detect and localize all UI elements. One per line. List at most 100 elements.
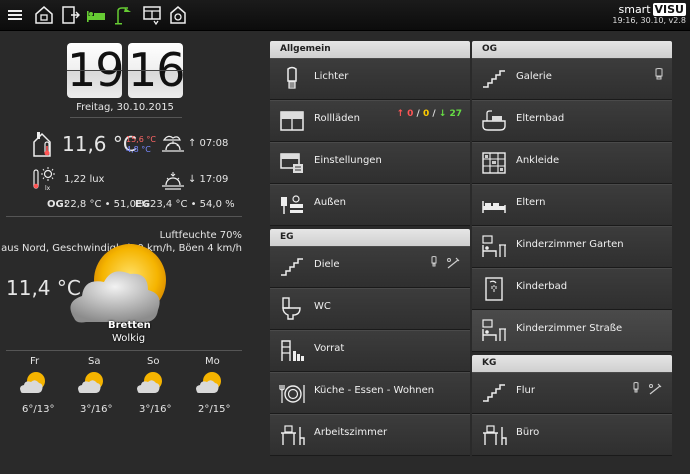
menu-item-label: Eltern xyxy=(516,197,546,208)
max-temperature: 15,6 °C xyxy=(126,135,156,144)
menu-item-label: Galerie xyxy=(516,71,552,82)
stairs-icon xyxy=(278,253,306,281)
shower-icon xyxy=(480,275,508,303)
menu-item-vorrat[interactable]: Vorrat xyxy=(270,330,470,372)
menu-item-buero[interactable]: Büro xyxy=(472,414,672,456)
clock-minute-card: 16 xyxy=(128,43,186,98)
forecast-cloudy-sun-icon xyxy=(76,370,106,400)
forecast-range: 2°/15° xyxy=(198,404,231,415)
hamburger-menu-icon[interactable] xyxy=(4,3,28,27)
sunset-icon xyxy=(160,168,186,194)
toilet-icon xyxy=(278,295,306,323)
menu-item-rollladen[interactable]: Rollläden ↑ 0 / 0 / ↓ 27 xyxy=(270,100,470,142)
forecast-day: So xyxy=(147,356,160,367)
divider xyxy=(6,216,242,217)
stairs-icon xyxy=(480,65,508,93)
menu-item-flur[interactable]: Flur xyxy=(472,372,672,414)
wardrobe-icon xyxy=(480,149,508,177)
forecast-day: Sa xyxy=(88,356,101,367)
menu-item-label: Vorrat xyxy=(314,343,345,354)
weather-city: Bretten xyxy=(108,320,151,331)
menu-column-left: Allgemein Lichter Rollläden ↑ 0 / 0 / ↓ … xyxy=(270,41,470,456)
desk-chair-icon xyxy=(278,421,306,449)
menu-item-label: Ankleide xyxy=(516,155,560,166)
svg-text:lx: lx xyxy=(45,185,51,192)
menu-item-label: Büro xyxy=(516,427,540,438)
menu-item-label: WC xyxy=(314,301,331,312)
lux-value: 1,22 lux xyxy=(64,174,105,185)
section-header-kg: KG xyxy=(472,355,672,372)
menu-item-kinderzimmer-garten[interactable]: Kinderzimmer Garten xyxy=(472,226,672,268)
outdoor-temperature: 11,4 °C xyxy=(6,276,81,300)
forecast-cloudy-sun-icon xyxy=(18,370,48,400)
diele-status-icons xyxy=(428,255,462,274)
menu-item-ankleide[interactable]: Ankleide xyxy=(472,142,672,184)
menu-item-label: Kinderzimmer Garten xyxy=(516,239,624,250)
menu-item-label: Arbeitszimmer xyxy=(314,427,388,438)
menu-item-wc[interactable]: WC xyxy=(270,288,470,330)
menu-item-arbeitszimmer[interactable]: Arbeitszimmer xyxy=(270,414,470,456)
window-shutter-icon xyxy=(278,107,306,135)
divider xyxy=(6,350,242,351)
forecast-day: Fr xyxy=(30,356,40,367)
security-shield-icon[interactable] xyxy=(166,3,190,27)
bed-icon[interactable] xyxy=(84,3,108,27)
menu-item-aussen[interactable]: Außen xyxy=(270,184,470,226)
house-thermometer-icon xyxy=(32,130,58,162)
menu-item-elternbad[interactable]: Elternbad xyxy=(472,100,672,142)
eg-value: 23,4 °C • 54,0 % xyxy=(150,199,235,210)
forecast-day: Mo xyxy=(205,356,220,367)
menu-item-label: Einstellungen xyxy=(314,155,382,166)
desk-chair-icon xyxy=(480,421,508,449)
shutter-status-up: ↑ 0 xyxy=(396,109,414,119)
shutter-status-down: ↓ 27 xyxy=(438,109,462,119)
light-status-icon xyxy=(654,67,664,86)
sunset-time: ↓ 17:09 xyxy=(188,174,229,185)
menu-item-kinderbad[interactable]: Kinderbad xyxy=(472,268,672,310)
kids-room-icon xyxy=(480,233,508,261)
forecast-cloudy-sun-icon xyxy=(194,370,224,400)
stairs-icon xyxy=(480,379,508,407)
menu-item-einstellungen[interactable]: Einstellungen xyxy=(270,142,470,184)
section-header-og: OG xyxy=(472,41,672,58)
menu-item-label: Kinderbad xyxy=(516,281,568,292)
double-bed-icon xyxy=(480,191,508,219)
dining-plate-icon xyxy=(278,379,306,407)
menu-item-label: Außen xyxy=(314,197,346,208)
forecast-range: 6°/13° xyxy=(22,404,55,415)
shutter-status: ↑ 0 / 0 / ↓ 27 xyxy=(396,109,462,119)
eg-label: EG xyxy=(135,199,151,210)
weather-condition: Wolkig xyxy=(112,333,146,344)
menu-item-diele[interactable]: Diele xyxy=(270,246,470,288)
home-icon[interactable] xyxy=(32,3,56,27)
outdoor-lamp-icon xyxy=(278,191,306,219)
menu-item-kinderzimmer-strasse[interactable]: Kinderzimmer Straße xyxy=(472,310,672,352)
menu-item-kueche[interactable]: Küche - Essen - Wohnen xyxy=(270,372,470,414)
sunrise-time: ↑ 07:08 xyxy=(188,138,229,149)
menu-item-eltern[interactable]: Eltern xyxy=(472,184,672,226)
window-blinds-icon[interactable] xyxy=(140,3,164,27)
brand-block: smart VISU 19:16, 30.10, v2.8 xyxy=(612,3,686,26)
section-header-allgemein: Allgemein xyxy=(270,41,470,58)
settings-window-icon xyxy=(278,149,306,177)
top-bar: smart VISU 19:16, 30.10, v2.8 xyxy=(0,0,690,31)
pantry-shelf-icon xyxy=(278,337,306,365)
sunrise-icon xyxy=(160,132,186,158)
lux-sensor-icon: lx xyxy=(32,166,60,196)
menu-item-lichter[interactable]: Lichter xyxy=(270,58,470,100)
menu-item-label: Kinderzimmer Straße xyxy=(516,323,623,334)
clock-hour-card: 19 xyxy=(67,43,125,98)
bathtub-icon xyxy=(480,107,508,135)
garden-lamp-icon[interactable] xyxy=(110,3,134,27)
menu-item-label: Flur xyxy=(516,385,535,396)
menu-column-right: OG Galerie Elternbad Ankleide Eltern Kin… xyxy=(472,41,672,456)
kids-room-icon xyxy=(480,317,508,345)
date-display: Freitag, 30.10.2015 xyxy=(76,102,174,113)
door-exit-icon[interactable] xyxy=(58,3,82,27)
brand-smart: smart xyxy=(618,3,651,16)
section-header-eg: EG xyxy=(270,229,470,246)
menu-item-label: Rollläden xyxy=(314,113,360,124)
menu-item-galerie[interactable]: Galerie xyxy=(472,58,672,100)
menu-item-label: Küche - Essen - Wohnen xyxy=(314,385,435,396)
shutter-status-separator: / xyxy=(429,109,439,119)
